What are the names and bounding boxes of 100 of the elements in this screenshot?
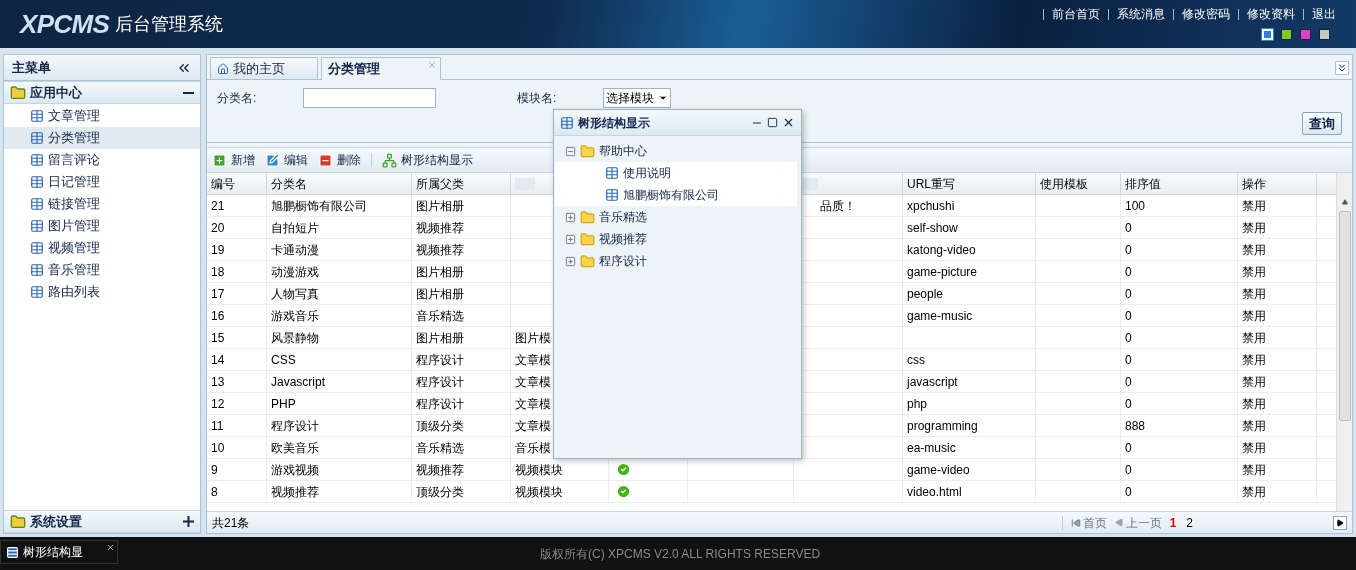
table-cell-text: ea-music (907, 439, 956, 457)
table-icon (30, 263, 44, 277)
table-cell-text: CSS (271, 351, 296, 369)
table-cell-text: 文章模 (515, 417, 551, 435)
tree-item[interactable]: 视频推荐 (599, 230, 647, 248)
theme-swatch[interactable] (1281, 29, 1292, 40)
expand-icon[interactable] (565, 211, 576, 223)
table-cell-text: 12 (211, 395, 225, 413)
folder-icon (580, 253, 595, 269)
table-cell-text: 音乐模 (515, 439, 551, 457)
table-cell-text: 禁用 (1242, 461, 1266, 479)
theme-swatch[interactable] (1300, 29, 1311, 40)
table-cell-text: 禁用 (1242, 329, 1266, 347)
table-cell-text: 0 (1125, 329, 1132, 347)
table-cell-text: 文章模 (515, 395, 551, 413)
table-cell-text: 禁用 (1242, 351, 1266, 369)
table-cell-text: programming (907, 417, 978, 435)
module-select[interactable]: 选择模块 (603, 88, 671, 108)
menu-item[interactable]: 路由列表 (4, 281, 200, 303)
page-link[interactable]: 1 (1169, 513, 1177, 532)
column-header[interactable]: 操作 (1242, 174, 1266, 193)
table-cell-text: 程序设计 (416, 395, 464, 413)
table-cell-text: 10 (211, 439, 225, 457)
tree-icon (382, 152, 397, 168)
column-header[interactable]: 使用模板 (1040, 174, 1088, 193)
table-cell-text: 0 (1125, 439, 1132, 457)
table-cell-text: 游戏视频 (271, 461, 319, 479)
menu-item[interactable]: 留言评论 (4, 149, 200, 171)
toolbar-button[interactable]: 编辑 (265, 151, 308, 169)
tab[interactable]: 分类管理 (321, 57, 441, 80)
table-cell-text: php (907, 395, 928, 413)
close-icon[interactable] (782, 116, 795, 129)
header-link[interactable]: 退出 (1312, 5, 1336, 23)
scrollbar[interactable] (1336, 173, 1352, 511)
folder-icon (10, 513, 26, 530)
toolbar-button[interactable]: 删除 (318, 151, 361, 169)
menu-item[interactable]: 图片管理 (4, 215, 200, 237)
menu-item[interactable]: 日记管理 (4, 171, 200, 193)
table-cell-text: 风景静物 (271, 329, 319, 347)
tree-item[interactable]: 使用说明 (623, 164, 671, 182)
taskbar-item[interactable]: 树形结构显 (0, 540, 118, 564)
table-cell-text: 20 (211, 219, 225, 237)
close-icon[interactable] (106, 543, 115, 552)
menu-item[interactable]: 链接管理 (4, 193, 200, 215)
column-header[interactable]: 排序值 (1125, 174, 1161, 193)
toolbar-button[interactable]: 新增 (212, 151, 255, 169)
menu-item[interactable]: 音乐管理 (4, 259, 200, 281)
table-cell-text: 17 (211, 285, 225, 303)
table-cell-text: 禁用 (1242, 373, 1266, 391)
table-cell-text: 顶级分类 (416, 417, 464, 435)
tree-item[interactable]: 程序设计 (599, 252, 647, 270)
home-icon (217, 62, 229, 75)
tab[interactable]: 我的主页 (210, 57, 318, 79)
table-cell-text: 视频模块 (515, 461, 563, 479)
table-cell-text: self-show (907, 219, 958, 237)
table-icon (30, 153, 44, 167)
sidebar-title: 主菜单 (12, 58, 51, 77)
first-page-button[interactable]: 首页 (1070, 513, 1107, 532)
header-link[interactable]: 前台首页 (1052, 5, 1100, 23)
header-link[interactable]: 系统消息 (1117, 5, 1165, 23)
table-icon (30, 219, 44, 233)
column-header[interactable]: 编号 (211, 174, 235, 193)
table-cell-text: 顶级分类 (416, 483, 464, 501)
column-header[interactable]: 分类名 (271, 174, 307, 193)
scroll-up-icon[interactable] (1341, 199, 1348, 205)
tree-item[interactable]: 音乐精选 (599, 208, 647, 226)
table-cell-text: 禁用 (1242, 241, 1266, 259)
menu-item[interactable]: 视频管理 (4, 237, 200, 259)
next-page-icon[interactable] (1333, 515, 1347, 530)
expand-icon (183, 516, 194, 527)
menu-group-header[interactable]: 系统设置 (4, 510, 200, 533)
header-link[interactable]: 修改资料 (1247, 5, 1295, 23)
folder-icon (10, 84, 26, 101)
maximize-icon[interactable] (767, 117, 778, 128)
header-link[interactable]: 修改密码 (1182, 5, 1230, 23)
table-cell-text: 禁用 (1242, 483, 1266, 501)
table-cell-text: 视频推荐 (416, 241, 464, 259)
table-cell-text: game-video (907, 461, 970, 479)
text-field[interactable] (303, 88, 436, 108)
search-button[interactable]: 查询 (1302, 112, 1342, 135)
menu-item[interactable]: 文章管理 (4, 105, 200, 127)
column-header[interactable]: 所属父类 (416, 174, 464, 193)
table-cell-text: 888 (1125, 417, 1146, 435)
menu-group-header[interactable]: 应用中心 (4, 81, 200, 104)
previous-page-button[interactable]: 上一页 (1114, 513, 1162, 532)
table-cell-text: 21 (211, 197, 225, 215)
table-cell-text: game-picture (907, 263, 978, 281)
tree-item[interactable]: 帮助中心 (599, 142, 647, 160)
table-cell-text: 旭鹏橱饰有限公司 (271, 197, 367, 215)
table-cell-text: 禁用 (1242, 417, 1266, 435)
table-cell-text: 禁用 (1242, 197, 1266, 215)
expand-icon[interactable] (565, 255, 576, 267)
tabs-menu-icon[interactable] (1335, 61, 1349, 75)
menu-item[interactable]: 分类管理 (4, 127, 200, 149)
table-cell-text: 品质！ (820, 197, 856, 215)
expand-icon[interactable] (565, 233, 576, 245)
toolbar-button[interactable]: 树形结构显示 (382, 151, 473, 169)
column-header[interactable]: URL重写 (907, 174, 955, 193)
page-link[interactable]: 2 (1186, 513, 1193, 532)
theme-swatch[interactable] (1319, 29, 1330, 40)
